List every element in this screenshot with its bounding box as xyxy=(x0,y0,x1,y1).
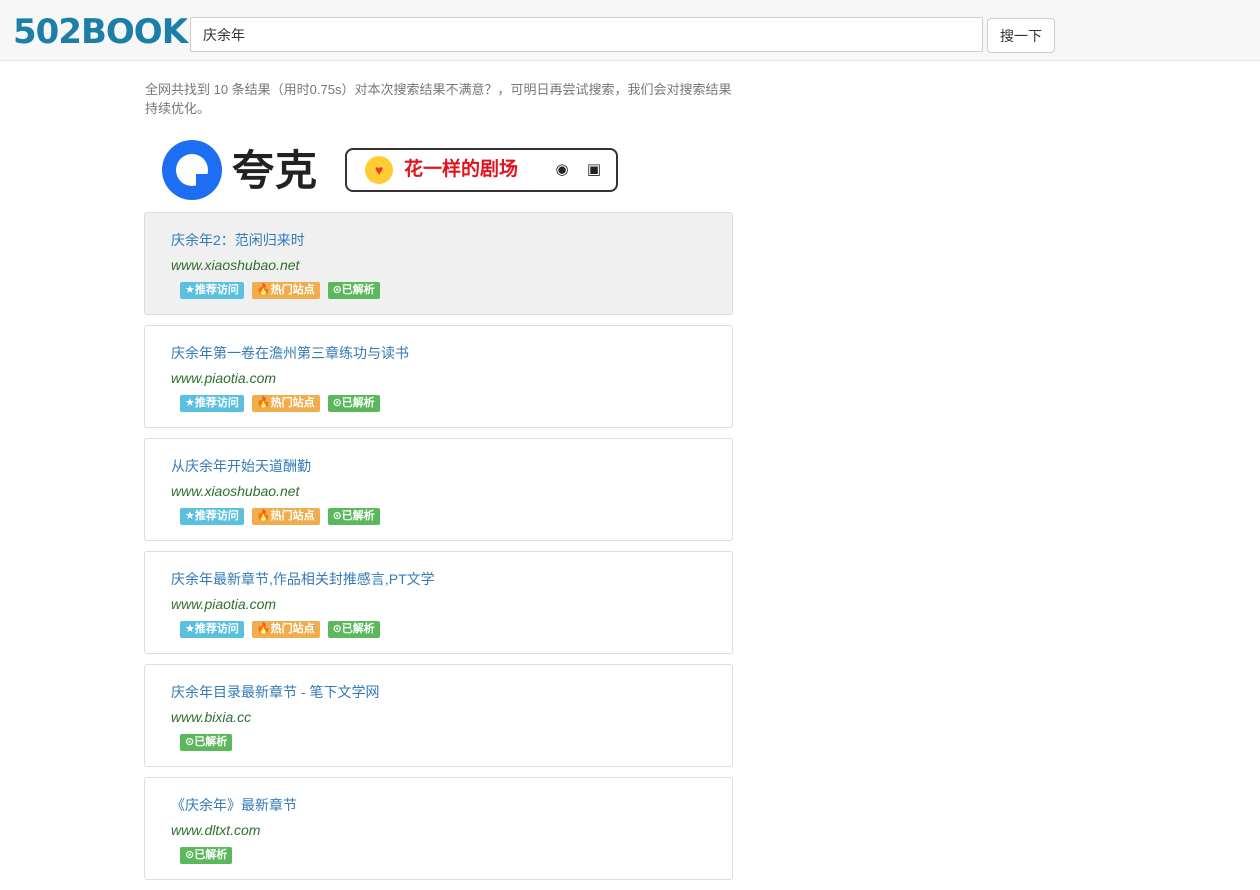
badge-recommend: ★推荐访问 xyxy=(180,621,244,638)
result-badges: ★推荐访问 🔥热门站点 ⊙已解析 xyxy=(180,508,380,525)
result-card[interactable]: 庆余年最新章节,作品相关封推感言,PT文学 www.piaotia.com ★推荐访… xyxy=(144,551,733,654)
result-summary: 全网共找到 10 条结果（用时0.75s）对本次搜索结果不满意？，可明日再尝试搜… xyxy=(145,82,732,116)
badge-parsed: ⊙已解析 xyxy=(327,621,380,638)
badge-parsed: ⊙已解析 xyxy=(180,734,233,751)
top-navbar: 502BOOK 搜一下 xyxy=(0,0,1260,61)
quark-brand-text: 夸克 xyxy=(232,147,319,194)
promo-text: 花一样的剧场 xyxy=(404,159,519,180)
result-title-link[interactable]: 从庆余年开始天道酬勤 xyxy=(171,456,311,476)
badge-recommend: ★推荐访问 xyxy=(180,282,244,299)
result-url: www.piaotia.com xyxy=(171,596,277,612)
result-card[interactable]: 《庆余年》最新章节 www.dltxt.com ⊙已解析 xyxy=(144,777,733,880)
result-badges: ⊙已解析 xyxy=(180,847,233,864)
badge-parsed: ⊙已解析 xyxy=(327,508,380,525)
badge-parsed: ⊙已解析 xyxy=(327,395,380,412)
result-title-link[interactable]: 《庆余年》最新章节 xyxy=(171,795,297,815)
result-card[interactable]: 从庆余年开始天道酬勤 www.xiaoshubao.net ★推荐访问 🔥热门站点 ⊙已… xyxy=(144,438,733,541)
result-url: www.bixia.cc xyxy=(171,709,252,725)
site-logo[interactable]: 502BOOK xyxy=(13,10,188,54)
badge-hot: 🔥热门站点 xyxy=(251,282,320,299)
badge-hot: 🔥热门站点 xyxy=(251,395,320,412)
result-badges: ★推荐访问 🔥热门站点 ⊙已解析 xyxy=(180,282,380,299)
search-button[interactable]: 搜一下 xyxy=(987,18,1055,53)
result-url: www.dltxt.com xyxy=(171,822,261,838)
result-url: www.xiaoshubao.net xyxy=(171,483,300,499)
result-badges: ⊙已解析 xyxy=(180,734,233,751)
ad-banner[interactable]: 夸克 ♥ 花一样的剧场 ◉ ▣ xyxy=(160,138,622,204)
camera-icon: ▣ xyxy=(586,161,602,178)
badge-parsed: ⊙已解析 xyxy=(327,282,380,299)
heart-eyes-emoji-icon: ♥ xyxy=(365,156,393,184)
promo-box: ♥ 花一样的剧场 ◉ ▣ xyxy=(345,148,618,192)
result-badges: ★推荐访问 🔥热门站点 ⊙已解析 xyxy=(180,621,380,638)
result-title-link[interactable]: 庆余年目录最新章节 - 笔下文学网 xyxy=(171,682,379,702)
quark-logo-icon xyxy=(162,140,222,200)
badge-recommend: ★推荐访问 xyxy=(180,508,244,525)
result-card[interactable]: 庆余年第一卷在澹州第三章练功与读书 www.piaotia.com ★推荐访问 🔥热门… xyxy=(144,325,733,428)
badge-hot: 🔥热门站点 xyxy=(251,621,320,638)
result-badges: ★推荐访问 🔥热门站点 ⊙已解析 xyxy=(180,395,380,412)
result-title-link[interactable]: 庆余年第一卷在澹州第三章练功与读书 xyxy=(171,343,409,363)
sound-icon: ◉ xyxy=(555,161,569,178)
badge-parsed: ⊙已解析 xyxy=(180,847,233,864)
results-list: 庆余年2：范闲归来时 www.xiaoshubao.net ★推荐访问 🔥热门站点 ⊙已… xyxy=(144,212,733,890)
badge-hot: 🔥热门站点 xyxy=(251,508,320,525)
search-input[interactable] xyxy=(190,17,983,52)
result-url: www.piaotia.com xyxy=(171,370,277,386)
result-title-link[interactable]: 庆余年最新章节,作品相关封推感言,PT文学 xyxy=(171,569,435,589)
result-card[interactable]: 庆余年目录最新章节 - 笔下文学网 www.bixia.cc ⊙已解析 xyxy=(144,664,733,767)
result-title-link[interactable]: 庆余年2：范闲归来时 xyxy=(171,230,305,250)
result-card[interactable]: 庆余年2：范闲归来时 www.xiaoshubao.net ★推荐访问 🔥热门站点 ⊙已… xyxy=(144,212,733,315)
badge-recommend: ★推荐访问 xyxy=(180,395,244,412)
result-url: www.xiaoshubao.net xyxy=(171,257,300,273)
